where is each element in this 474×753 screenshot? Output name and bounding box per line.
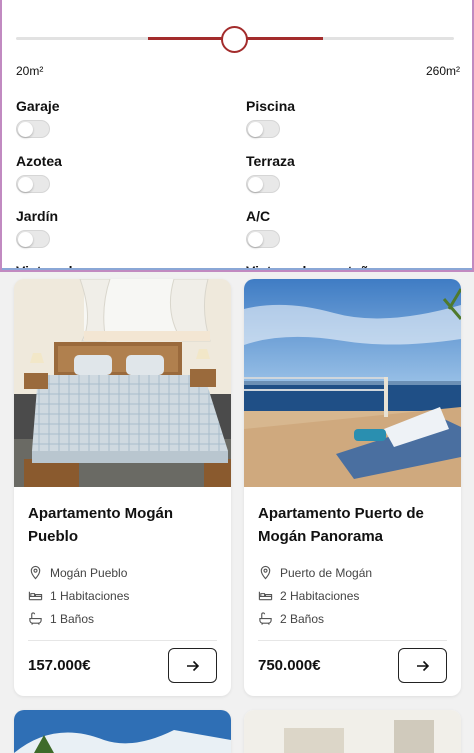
jardin-toggle[interactable] <box>16 230 50 248</box>
toggle-knob <box>248 177 263 192</box>
filter-label: Vistas a la montaña <box>246 263 377 272</box>
rooms-text: 2 Habitaciones <box>280 588 360 603</box>
arrow-right-icon <box>416 660 429 671</box>
filter-vistas-mar: Vistas al mar <box>16 263 216 272</box>
baths-text: 1 Baños <box>50 611 95 626</box>
bed-icon <box>28 591 43 601</box>
filter-label: Vistas al mar <box>16 263 103 272</box>
listing-baths: 1 Baños <box>28 607 217 630</box>
toggle-knob <box>248 232 263 247</box>
size-max-label: 260m² <box>425 64 460 78</box>
map-pin-icon <box>260 565 271 580</box>
filter-azotea: Azotea <box>16 153 216 193</box>
map-pin-icon <box>30 565 41 580</box>
listing-photo-partial <box>14 710 231 753</box>
listing-price: 750.000€ <box>258 657 321 674</box>
filter-label: Garaje <box>16 98 60 114</box>
toggle-knob <box>18 232 33 247</box>
listing-photo-partial <box>244 710 461 753</box>
listing-price: 157.000€ <box>28 657 91 674</box>
card-divider <box>28 640 217 641</box>
listing-baths: 2 Baños <box>258 607 447 630</box>
filter-label: Terraza <box>246 153 295 169</box>
toggle-knob <box>248 122 263 137</box>
filter-label: A/C <box>246 208 271 224</box>
size-min-label: 20m² <box>16 64 44 78</box>
listing-card-partial[interactable] <box>14 710 231 753</box>
filter-vistas-montana: Vistas a la montaña <box>246 263 446 272</box>
listing-rooms: 1 Habitaciones <box>28 584 217 607</box>
ac-toggle[interactable] <box>246 230 280 248</box>
location-text: Mogán Pueblo <box>50 565 128 580</box>
filter-label: Jardín <box>16 208 59 224</box>
arrow-right-icon <box>186 660 199 671</box>
piscina-toggle[interactable] <box>246 120 280 138</box>
toggle-knob <box>18 122 33 137</box>
listing-photo-bedroom <box>14 279 231 487</box>
bathtub-icon <box>259 612 272 625</box>
view-listing-button[interactable] <box>398 648 447 683</box>
listing-card-partial[interactable] <box>244 710 461 753</box>
listing-card[interactable]: Apartamento Puerto de Mogán Panorama Pue… <box>244 279 461 696</box>
listing-title: Apartamento Mogán Pueblo <box>28 505 174 545</box>
azotea-toggle[interactable] <box>16 175 50 193</box>
listing-title: Apartamento Puerto de Mogán Panorama <box>258 505 424 545</box>
terraza-toggle[interactable] <box>246 175 280 193</box>
filter-label: Azotea <box>16 153 62 169</box>
filter-label: Piscina <box>246 98 296 114</box>
card-divider <box>258 640 447 641</box>
size-slider-thumb[interactable] <box>221 26 248 53</box>
listing-card[interactable]: Apartamento Mogán Pueblo Mogán Pueblo 1 … <box>14 279 231 696</box>
rooms-text: 1 Habitaciones <box>50 588 130 603</box>
filter-jardin: Jardín <box>16 208 216 248</box>
location-text: Puerto de Mogán <box>280 565 373 580</box>
filter-panel: 20m² 260m² Garaje Piscina Azotea Terraza… <box>0 0 474 272</box>
bathtub-icon <box>29 612 42 625</box>
filter-terraza: Terraza <box>246 153 446 193</box>
toggle-knob <box>18 177 33 192</box>
listing-location: Puerto de Mogán <box>258 561 447 584</box>
baths-text: 2 Baños <box>280 611 325 626</box>
listing-rooms: 2 Habitaciones <box>258 584 447 607</box>
filter-garaje: Garaje <box>16 98 216 138</box>
listing-location: Mogán Pueblo <box>28 561 217 584</box>
listing-photo-terrace <box>244 279 461 487</box>
view-listing-button[interactable] <box>168 648 217 683</box>
filter-piscina: Piscina <box>246 98 446 138</box>
garaje-toggle[interactable] <box>16 120 50 138</box>
filter-ac: A/C <box>246 208 446 248</box>
bed-icon <box>258 591 273 601</box>
